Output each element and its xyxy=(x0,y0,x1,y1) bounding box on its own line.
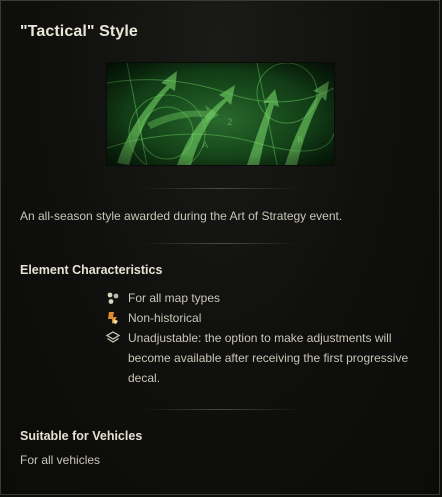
characteristics-heading: Element Characteristics xyxy=(20,263,163,277)
list-item: Unadjustable: the option to make adjustm… xyxy=(105,328,425,388)
vehicles-heading: Suitable for Vehicles xyxy=(20,429,143,443)
characteristic-label: For all map types xyxy=(128,291,221,305)
characteristics-list: For all map types Non-historical Unadjus… xyxy=(105,288,425,388)
divider xyxy=(141,188,301,189)
style-tooltip-panel: "Tactical" Style 2 A R xyxy=(0,0,440,495)
characteristic-label: Unadjustable: the option to make adjustm… xyxy=(128,331,409,385)
divider xyxy=(141,243,301,244)
style-description: An all-season style awarded during the A… xyxy=(20,209,343,223)
non-historical-icon xyxy=(105,310,121,326)
map-types-icon xyxy=(105,290,121,306)
style-title: "Tactical" Style xyxy=(20,23,138,40)
characteristic-label: Non-historical xyxy=(128,311,202,325)
vehicles-value: For all vehicles xyxy=(20,453,101,467)
list-item: For all map types xyxy=(105,288,425,308)
style-preview-image: 2 A R xyxy=(107,63,334,165)
layers-icon xyxy=(105,330,121,346)
list-item: Non-historical xyxy=(105,308,425,328)
divider xyxy=(141,409,301,410)
